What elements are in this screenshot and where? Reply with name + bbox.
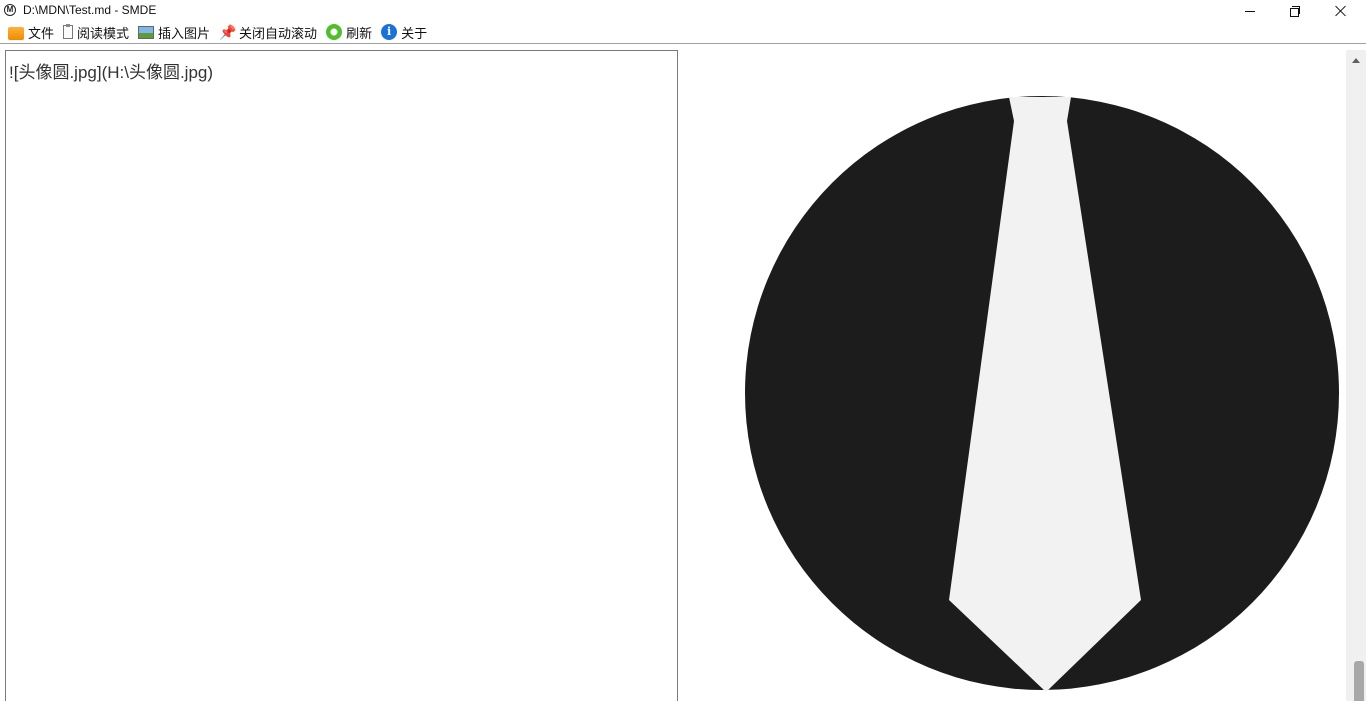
folder-icon <box>8 26 24 40</box>
close-button[interactable] <box>1318 0 1364 22</box>
info-icon: i <box>381 24 398 40</box>
menu-refresh-label: 刷新 <box>346 25 373 41</box>
close-icon <box>1335 5 1347 17</box>
toolbar-divider <box>0 43 1366 44</box>
scroll-up-arrow-icon[interactable] <box>1352 58 1360 63</box>
menu-insert-image-label: 插入图片 <box>158 25 211 41</box>
menu-insert-image[interactable]: 插入图片 <box>138 23 210 42</box>
menu-bar: 文件 阅读模式 插入图片 📌 关闭自动滚动 刷新 i 关于 <box>0 22 1366 42</box>
app-logo-icon: M <box>4 4 16 16</box>
menu-auto-scroll-label: 关闭自动滚动 <box>239 25 318 41</box>
title-bar: M D:\MDN\Test.md - SMDE <box>0 0 1366 22</box>
menu-about[interactable]: i 关于 <box>381 23 427 42</box>
markdown-editor[interactable]: ![头像圆.jpg](H:\头像圆.jpg) <box>5 50 678 701</box>
menu-reading-mode[interactable]: 阅读模式 <box>63 23 129 42</box>
restore-button[interactable] <box>1272 0 1318 22</box>
pin-icon: 📌 <box>219 24 237 40</box>
clipboard-icon <box>63 24 74 39</box>
restore-icon <box>1290 6 1300 17</box>
menu-auto-scroll-off[interactable]: 📌 关闭自动滚动 <box>219 23 317 42</box>
menu-file[interactable]: 文件 <box>8 23 54 42</box>
editor-content[interactable]: ![头像圆.jpg](H:\头像圆.jpg) <box>9 58 213 83</box>
menu-file-label: 文件 <box>28 25 55 41</box>
preview-scrollbar[interactable] <box>1346 50 1366 701</box>
image-icon <box>138 25 155 39</box>
menu-reading-mode-label: 阅读模式 <box>77 25 130 41</box>
minimize-button[interactable] <box>1227 0 1273 22</box>
minimize-icon <box>1245 10 1255 12</box>
refresh-icon <box>326 24 343 40</box>
scrollbar-thumb[interactable] <box>1354 661 1364 701</box>
menu-about-label: 关于 <box>401 25 428 41</box>
window-title: D:\MDN\Test.md - SMDE <box>23 3 157 17</box>
avatar-image <box>745 96 1339 692</box>
markdown-preview <box>678 50 1366 701</box>
menu-refresh[interactable]: 刷新 <box>326 23 372 42</box>
app-window: M D:\MDN\Test.md - SMDE 文件 阅读模式 插入图片 📌 关… <box>0 0 1366 701</box>
